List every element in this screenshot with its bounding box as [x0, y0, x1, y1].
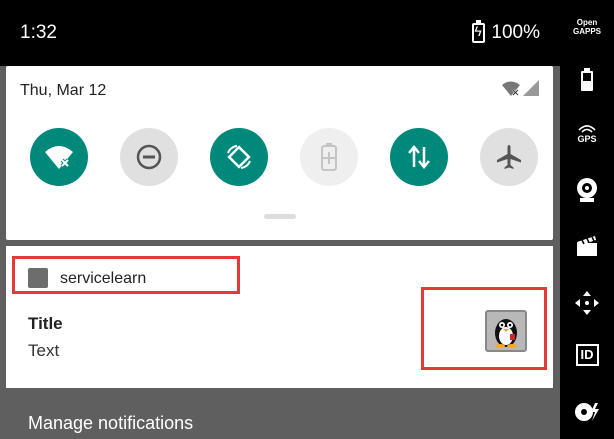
camera-button[interactable] — [560, 177, 614, 203]
clapperboard-icon — [577, 236, 597, 256]
battery-icon — [581, 68, 593, 91]
disk-flash-icon — [575, 403, 599, 421]
qs-drag-handle[interactable] — [264, 214, 296, 219]
quick-settings-panel: Thu, Mar 12 — [6, 66, 553, 240]
emulator-sidebar: Open GAPPS GPS ID — [560, 0, 614, 439]
qs-signal-indicators — [501, 80, 539, 96]
highlight-box-large-icon — [421, 287, 547, 370]
notification-text: Text — [28, 341, 60, 360]
notification-app-name: servicelearn — [60, 270, 147, 287]
tile-auto-rotate[interactable] — [210, 128, 268, 186]
id-badge-icon: ID — [575, 344, 599, 366]
qs-tiles — [30, 128, 538, 186]
manage-notifications-button[interactable]: Manage notifications — [28, 413, 193, 434]
app-small-icon — [28, 268, 48, 288]
disk-button[interactable] — [560, 401, 614, 423]
identity-button[interactable]: ID — [560, 344, 614, 366]
qs-date[interactable]: Thu, Mar 12 — [20, 82, 106, 100]
do-not-disturb-icon — [136, 144, 162, 170]
status-time: 1:32 — [20, 22, 57, 43]
dpad-icon — [575, 291, 599, 315]
gps-label: GPS — [577, 134, 597, 144]
auto-rotate-icon — [227, 145, 251, 169]
screen-record-button[interactable] — [560, 234, 614, 258]
gps-button[interactable]: GPS — [560, 124, 614, 144]
cell-signal-icon — [523, 80, 539, 96]
tile-battery-saver[interactable] — [300, 128, 358, 186]
gps-icon — [578, 125, 596, 133]
battery-percent: 100% — [491, 22, 540, 43]
penguin-large-icon — [485, 310, 527, 352]
status-bar: 1:32 100% — [0, 0, 560, 66]
mobile-data-icon — [408, 145, 430, 169]
wifi-off-small-icon — [502, 81, 520, 96]
opengapps-button[interactable]: Open GAPPS — [560, 18, 614, 36]
notification-title: Title — [28, 314, 63, 333]
dpad-button[interactable] — [560, 290, 614, 316]
airplane-icon — [497, 145, 521, 169]
tile-wifi[interactable] — [30, 128, 88, 186]
notification-card[interactable]: servicelearn Title Text — [6, 246, 553, 388]
wifi-off-icon — [45, 146, 73, 169]
tile-do-not-disturb[interactable] — [120, 128, 178, 186]
status-right: 100% — [472, 20, 540, 44]
battery-button[interactable] — [560, 68, 614, 92]
tile-mobile-data[interactable] — [390, 128, 448, 186]
battery-charging-icon — [472, 20, 486, 43]
tile-airplane-mode[interactable] — [480, 128, 538, 186]
battery-saver-icon — [321, 143, 337, 171]
webcam-icon — [577, 178, 597, 202]
